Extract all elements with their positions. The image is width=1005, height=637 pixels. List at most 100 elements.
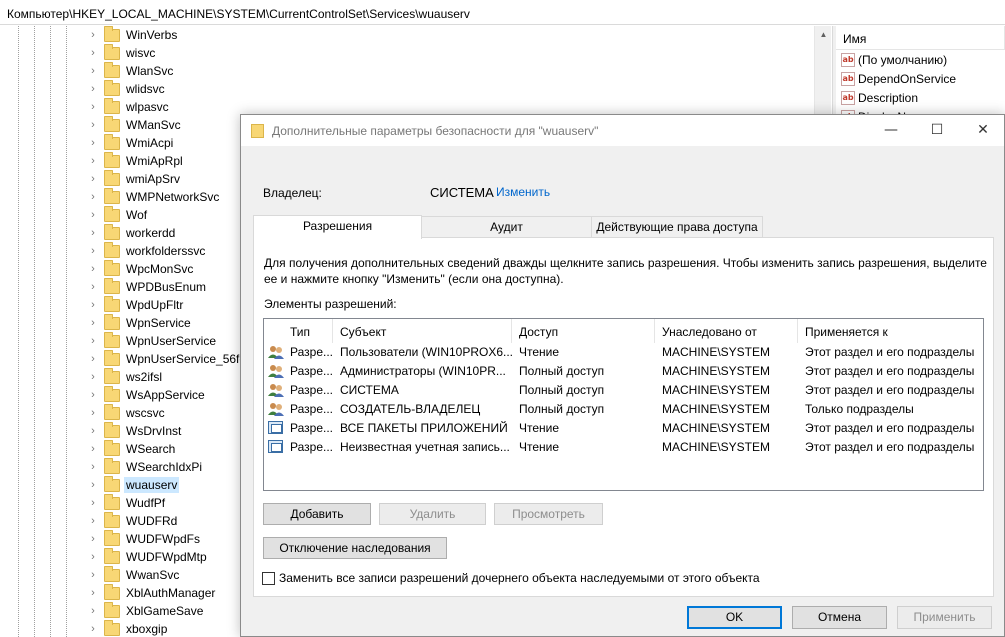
tree-item[interactable]: › WlanSvc — [86, 61, 386, 80]
chevron-right-icon[interactable]: › — [86, 83, 100, 95]
tree-item[interactable]: › wisvc — [86, 43, 386, 62]
tab-effective-access[interactable]: Действующие права доступа — [591, 216, 763, 238]
chevron-right-icon[interactable]: › — [86, 389, 100, 401]
chevron-right-icon[interactable]: › — [86, 407, 100, 419]
add-button[interactable]: Добавить — [263, 503, 371, 525]
replace-child-permissions-checkbox[interactable] — [262, 571, 275, 585]
chevron-right-icon[interactable]: › — [86, 191, 100, 203]
column-divider[interactable] — [797, 319, 798, 343]
cancel-button[interactable]: Отмена — [792, 606, 887, 629]
permission-row[interactable]: Разре... ВСЕ ПАКЕТЫ ПРИЛОЖЕНИЙ Чтение MACHI… — [264, 419, 983, 438]
ok-button[interactable]: OK — [687, 606, 782, 629]
remove-button[interactable]: Удалить — [379, 503, 486, 525]
value-row[interactable]: ab (По умолчанию) — [836, 50, 1005, 69]
address-bar[interactable]: Компьютер\HKEY_LOCAL_MACHINE\SYSTEM\Curr… — [0, 0, 1005, 25]
column-header-access[interactable]: Доступ — [519, 325, 558, 339]
chevron-right-icon[interactable]: › — [86, 371, 100, 383]
value-name: Description — [858, 90, 919, 105]
values-column-header-name[interactable]: Имя — [836, 26, 1005, 50]
chevron-right-icon[interactable]: › — [86, 47, 100, 59]
chevron-right-icon[interactable]: › — [86, 137, 100, 149]
cell-applies: Этот раздел и его подразделы — [805, 421, 975, 435]
column-header-type[interactable]: Тип — [290, 325, 310, 339]
folder-icon — [104, 169, 120, 186]
cell-type: Разре... — [290, 402, 333, 416]
chevron-right-icon[interactable]: › — [86, 65, 100, 77]
permission-row[interactable]: Разре... СОЗДАТЕЛЬ-ВЛАДЕЛЕЦ Полный доступ M… — [264, 400, 983, 419]
folder-icon — [104, 331, 120, 348]
permission-entries-list[interactable]: Тип Субъект Доступ Унаследовано от Приме… — [263, 318, 984, 491]
chevron-right-icon[interactable]: › — [86, 29, 100, 41]
column-divider[interactable] — [654, 319, 655, 343]
tree-item-label: wmiApSrv — [126, 172, 181, 186]
chevron-right-icon[interactable]: › — [86, 461, 100, 473]
permission-row[interactable]: Разре... Администраторы (WIN10PR... Полный… — [264, 362, 983, 381]
chevron-right-icon[interactable]: › — [86, 101, 100, 113]
chevron-right-icon[interactable]: › — [86, 281, 100, 293]
replace-child-permissions-label[interactable]: Заменить все записи разрешений дочернего… — [279, 571, 760, 585]
column-header-inherited[interactable]: Унаследовано от — [662, 325, 757, 339]
column-header-subject[interactable]: Субъект — [340, 325, 386, 339]
chevron-right-icon[interactable]: › — [86, 317, 100, 329]
chevron-right-icon[interactable]: › — [86, 605, 100, 617]
chevron-right-icon[interactable]: › — [86, 497, 100, 509]
view-button[interactable]: Просмотреть — [494, 503, 603, 525]
value-row[interactable]: ab Description — [836, 88, 1005, 107]
chevron-right-icon[interactable]: › — [86, 335, 100, 347]
replace-child-permissions-row[interactable]: Заменить все записи разрешений дочернего… — [262, 571, 760, 585]
maximize-button[interactable]: ☐ — [914, 115, 960, 146]
chevron-right-icon[interactable]: › — [86, 245, 100, 257]
chevron-right-icon[interactable]: › — [86, 263, 100, 275]
chevron-right-icon[interactable]: › — [86, 353, 100, 365]
tree-item[interactable]: › wlidsvc — [86, 79, 386, 98]
chevron-right-icon[interactable]: › — [86, 569, 100, 581]
chevron-right-icon[interactable]: › — [86, 623, 100, 635]
column-header-applies[interactable]: Применяется к — [805, 325, 888, 339]
tree-item-label: WUDFWpdMtp — [126, 550, 207, 564]
dialog-titlebar[interactable]: Дополнительные параметры безопасности дл… — [241, 115, 1004, 146]
chevron-right-icon[interactable]: › — [86, 425, 100, 437]
cell-inherited: MACHINE\SYSTEM — [662, 421, 771, 435]
tree-guide-line — [18, 26, 19, 637]
chevron-right-icon[interactable]: › — [86, 533, 100, 545]
permission-row[interactable]: Разре... Неизвестная учетная запись... Чте… — [264, 438, 983, 457]
chevron-right-icon[interactable]: › — [86, 173, 100, 185]
tree-item-label: WMPNetworkSvc — [126, 190, 220, 204]
cell-type: Разре... — [290, 345, 333, 359]
owner-change-link[interactable]: Изменить — [496, 185, 550, 199]
column-divider[interactable] — [332, 319, 333, 343]
value-row[interactable]: ab DependOnService — [836, 69, 1005, 88]
minimize-button[interactable]: — — [868, 115, 914, 146]
chevron-right-icon[interactable]: › — [86, 551, 100, 563]
cell-access: Чтение — [519, 440, 560, 454]
chevron-right-icon[interactable]: › — [86, 479, 100, 491]
app-package-icon — [268, 421, 283, 434]
column-divider[interactable] — [511, 319, 512, 343]
chevron-right-icon[interactable]: › — [86, 209, 100, 221]
folder-icon — [104, 493, 120, 510]
permission-row[interactable]: Разре... СИСТЕМА Полный доступ MACHINE\SYST… — [264, 381, 983, 400]
chevron-right-icon[interactable]: › — [86, 443, 100, 455]
apply-button[interactable]: Применить — [897, 606, 992, 629]
chevron-right-icon[interactable]: › — [86, 227, 100, 239]
chevron-right-icon[interactable]: › — [86, 155, 100, 167]
folder-icon — [104, 187, 120, 204]
chevron-right-icon[interactable]: › — [86, 299, 100, 311]
permission-row[interactable]: Разре... Пользователи (WIN10PROX6... Чтени… — [264, 343, 983, 362]
tree-item[interactable]: › WinVerbs — [86, 26, 386, 44]
chevron-right-icon[interactable]: › — [86, 119, 100, 131]
chevron-right-icon[interactable]: › — [86, 587, 100, 599]
cell-subject: Неизвестная учетная запись... — [340, 440, 510, 454]
scroll-up-arrow-icon[interactable]: ▲ — [815, 26, 832, 43]
cell-applies: Этот раздел и его подразделы — [805, 345, 975, 359]
folder-icon — [104, 403, 120, 420]
disable-inheritance-button[interactable]: Отключение наследования — [263, 537, 447, 559]
tab-permissions[interactable]: Разрешения — [253, 215, 422, 239]
tab-audit[interactable]: Аудит — [421, 216, 592, 238]
tree-item-label: WpnService — [126, 316, 191, 330]
folder-icon — [104, 205, 120, 222]
chevron-right-icon[interactable]: › — [86, 515, 100, 527]
cell-type: Разре... — [290, 383, 333, 397]
advanced-security-dialog: Дополнительные параметры безопасности дл… — [240, 114, 1005, 637]
close-button[interactable]: ✕ — [960, 115, 1005, 146]
